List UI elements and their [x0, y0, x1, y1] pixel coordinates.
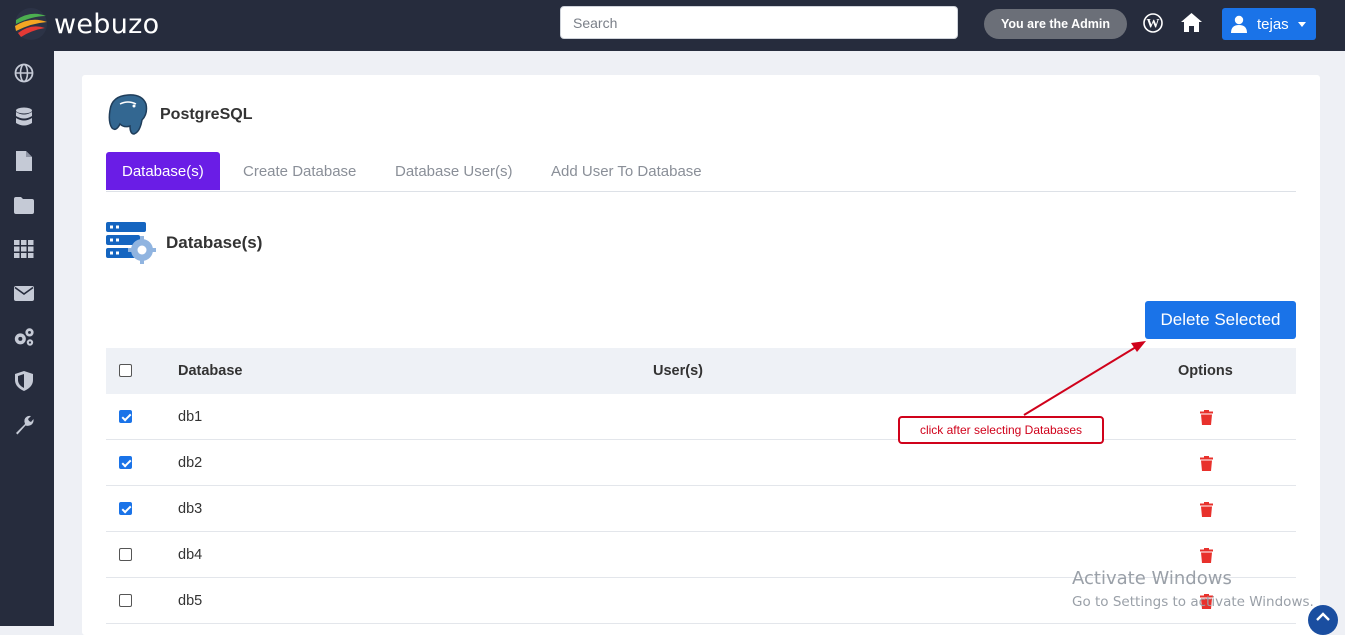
tab-database-users[interactable]: Database User(s) — [395, 152, 513, 190]
tab-bar: Database(s) Create Database Database Use… — [106, 152, 1296, 192]
admin-badge[interactable]: You are the Admin — [984, 9, 1127, 39]
table-row: db1 — [106, 394, 1296, 440]
table-row: db3 — [106, 486, 1296, 532]
activate-windows-hint: Go to Settings to activate Windows. — [1072, 594, 1314, 610]
globe-icon[interactable] — [13, 62, 35, 84]
column-header-options: Options — [1178, 363, 1233, 379]
svg-text:W: W — [1147, 16, 1160, 31]
column-header-database: Database — [178, 363, 243, 379]
grid-icon[interactable] — [13, 238, 35, 260]
trash-icon[interactable] — [1200, 410, 1213, 425]
file-icon[interactable] — [13, 150, 35, 172]
tab-databases[interactable]: Database(s) — [106, 152, 220, 190]
chevron-up-icon — [1316, 612, 1330, 621]
mail-icon[interactable] — [13, 282, 35, 304]
webuzo-logo[interactable]: webuzo — [12, 6, 159, 42]
trash-icon[interactable] — [1200, 456, 1213, 471]
wrench-icon[interactable] — [13, 414, 35, 436]
select-all-checkbox[interactable] — [119, 364, 132, 377]
tab-add-user-to-database[interactable]: Add User To Database — [551, 152, 702, 190]
sidebar — [0, 51, 54, 626]
column-header-users: User(s) — [653, 363, 703, 379]
folder-icon[interactable] — [13, 194, 35, 216]
brand-name: webuzo — [54, 8, 160, 40]
row-checkbox[interactable] — [119, 548, 132, 561]
user-icon — [1231, 15, 1247, 33]
activate-windows-watermark: Activate Windows — [1072, 568, 1232, 589]
row-checkbox[interactable] — [119, 502, 132, 515]
row-checkbox[interactable] — [119, 594, 132, 607]
shield-icon[interactable] — [13, 370, 35, 392]
database-name: db2 — [178, 455, 203, 471]
database-name: db5 — [178, 593, 203, 609]
gears-icon[interactable] — [13, 326, 35, 348]
database-name: db1 — [178, 409, 203, 425]
database-settings-icon — [106, 222, 156, 264]
database-name: db3 — [178, 501, 203, 517]
top-bar: webuzo You are the Admin W tejas — [0, 0, 1345, 51]
database-icon[interactable] — [13, 106, 35, 128]
home-icon[interactable] — [1180, 12, 1203, 33]
page-title: PostgreSQL — [160, 106, 253, 123]
tab-create-database[interactable]: Create Database — [243, 152, 356, 190]
database-name: db4 — [178, 547, 203, 563]
user-menu-button[interactable]: tejas — [1222, 8, 1316, 40]
row-checkbox[interactable] — [119, 410, 132, 423]
search-input[interactable] — [560, 6, 958, 39]
postgresql-logo-icon — [108, 94, 148, 135]
wordpress-icon[interactable]: W — [1143, 13, 1163, 33]
webuzo-logo-icon — [15, 8, 47, 40]
annotation-label: click after selecting Databases — [898, 416, 1104, 444]
delete-selected-button[interactable]: Delete Selected — [1145, 301, 1296, 339]
row-checkbox[interactable] — [119, 456, 132, 469]
table-row: db2 — [106, 440, 1296, 486]
trash-icon[interactable] — [1200, 548, 1213, 563]
chevron-down-icon — [1297, 21, 1306, 27]
user-name: tejas — [1257, 15, 1289, 33]
scroll-to-top-button[interactable] — [1308, 605, 1338, 635]
trash-icon[interactable] — [1200, 502, 1213, 517]
table-header: Database User(s) Options — [106, 348, 1296, 394]
section-title: Database(s) — [166, 233, 263, 252]
